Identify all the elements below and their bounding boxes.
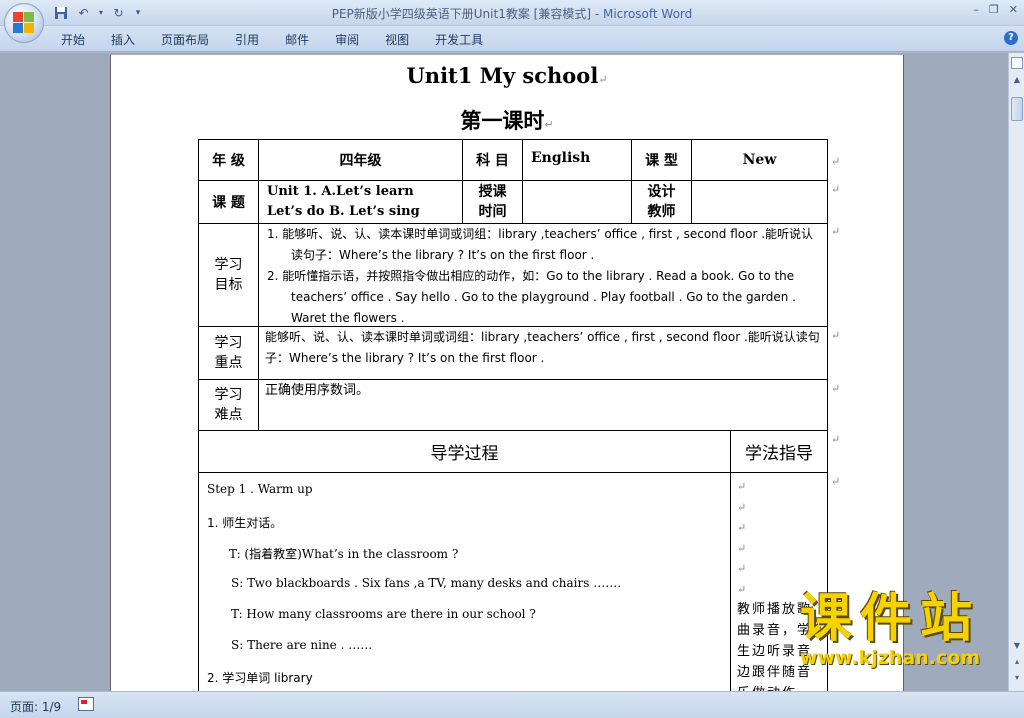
grade-value-cell: 四年级 (258, 139, 463, 181)
watermark-title: 课件站 (799, 589, 980, 649)
ruler-toggle-icon[interactable] (1011, 57, 1023, 69)
topic-label-cell: 课 题 (198, 180, 259, 224)
goal-item-1: 1. 能够听、说、认、读本课时单词或词组：library ,teachers’ … (267, 227, 814, 262)
tab-developer[interactable]: 开发工具 (422, 31, 496, 49)
process-body-cell: Step 1 . Warm up 1. 师生对话。 T: (指着教室)What’… (198, 472, 731, 691)
close-icon[interactable]: ✕ (1009, 3, 1018, 16)
document-area[interactable]: Unit1 My school↵ 第一课时↵ 年 级 四年级 科 目 Engli… (0, 53, 1008, 691)
process-line-2: 1. 师生对话。 (207, 516, 283, 530)
difficulties-label-cell: 学习难点 (198, 379, 259, 431)
minimize-icon[interactable]: – (973, 3, 979, 16)
office-button[interactable] (4, 3, 44, 43)
goals-content-cell: 1. 能够听、说、认、读本课时单词或词组：library ,teachers’ … (258, 223, 828, 327)
designer-label-cell: 设计教师 (631, 180, 692, 224)
row-end-mark: ↵ (831, 225, 841, 238)
type-value-cell: New (691, 139, 828, 181)
watermark-url: www.kjzhan.com (799, 647, 980, 669)
scrollbar-thumb[interactable] (1011, 97, 1023, 121)
row-end-mark: ↵ (831, 329, 841, 342)
method-header-cell: 学法指导 (730, 430, 828, 473)
tab-mailings[interactable]: 邮件 (272, 31, 322, 49)
watermark-logo: 课件站 www.kjzhan.com (734, 591, 984, 669)
key-points-content-cell: 能够听、说、认、读本课时单词或词组：library ,teachers’ off… (258, 326, 828, 380)
process-line-4: S: Two blackboards . Six fans ,a TV, man… (231, 576, 622, 590)
document-subheading: 第一课时↵ (460, 109, 554, 133)
process-line-5: T: How many classrooms are there in our … (231, 607, 536, 621)
process-line-7: 2. 学习单词 library (207, 671, 313, 685)
row-end-mark: ↵ (831, 433, 841, 446)
page-indicator[interactable]: 页面: 1/9 (10, 698, 61, 715)
tab-references[interactable]: 引用 (222, 31, 272, 49)
office-logo-icon (13, 12, 35, 34)
window-controls: – ❐ ✕ (973, 3, 1018, 16)
key-points-label-cell: 学习重点 (198, 326, 259, 380)
row-end-mark: ↵ (831, 155, 841, 168)
subject-label-cell: 科 目 (462, 139, 523, 181)
difficulties-content-cell: 正确使用序数词。 (258, 379, 828, 431)
designer-value-cell[interactable] (691, 180, 828, 224)
previous-page-icon[interactable]: ▴ (1012, 657, 1022, 667)
topic-value-cell: Unit 1. A.Let’s learn Let’s do B. Let’s … (258, 180, 463, 224)
tab-home[interactable]: 开始 (48, 31, 98, 49)
process-line-3: T: (指着教室)What’s in the classroom ? (229, 547, 459, 561)
subject-value-cell: English (522, 139, 632, 181)
time-value-cell[interactable] (522, 180, 632, 224)
tab-view[interactable]: 视图 (372, 31, 422, 49)
process-line-1: Step 1 . Warm up (207, 482, 313, 496)
time-label-cell: 授课时间 (462, 180, 523, 224)
vertical-scrollbar[interactable]: ▲ ▼ ▴ ▾ (1008, 53, 1024, 691)
tab-page-layout[interactable]: 页面布局 (148, 31, 222, 49)
ribbon-tabs: 开始 插入 页面布局 引用 邮件 审阅 视图 开发工具 (48, 31, 496, 49)
process-line-6: S: There are nine . …… (231, 638, 373, 652)
document-heading: Unit1 My school↵ (406, 63, 608, 88)
scroll-down-icon[interactable]: ▼ (1012, 641, 1022, 651)
row-end-mark: ↵ (831, 183, 841, 196)
tab-insert[interactable]: 插入 (98, 31, 148, 49)
tab-review[interactable]: 审阅 (322, 31, 372, 49)
status-bar: 页面: 1/9 (0, 691, 1024, 718)
restore-icon[interactable]: ❐ (989, 3, 999, 16)
title-bar: ↶ ▾ ↻ ▾ PEP新版小学四级英语下册Unit1教案 [兼容模式] - Mi… (0, 0, 1024, 26)
row-end-mark: ↵ (831, 475, 841, 488)
goals-label-cell: 学习目标 (198, 223, 259, 327)
grade-label-cell: 年 级 (198, 139, 259, 181)
type-label-cell: 课 型 (631, 139, 692, 181)
empty-paragraph-marks: ↵ ↵ ↵ ↵ ↵ ↵ (737, 480, 747, 596)
process-header-cell: 导学过程 (198, 430, 731, 473)
document-title: PEP新版小学四级英语下册Unit1教案 [兼容模式] - (331, 7, 603, 21)
app-name: Microsoft Word (602, 7, 693, 21)
proofing-icon[interactable] (78, 697, 94, 711)
window-title: PEP新版小学四级英语下册Unit1教案 [兼容模式] - Microsoft … (0, 5, 1024, 22)
scroll-up-icon[interactable]: ▲ (1012, 75, 1022, 85)
help-icon[interactable]: ? (1004, 31, 1018, 45)
ribbon-tab-bar: 开始 插入 页面布局 引用 邮件 审阅 视图 开发工具 ? (0, 26, 1024, 52)
row-end-mark: ↵ (831, 382, 841, 395)
goal-item-2: 2. 能听懂指示语，并按照指令做出相应的动作，如：Go to the libra… (267, 269, 796, 325)
next-page-icon[interactable]: ▾ (1012, 673, 1022, 683)
